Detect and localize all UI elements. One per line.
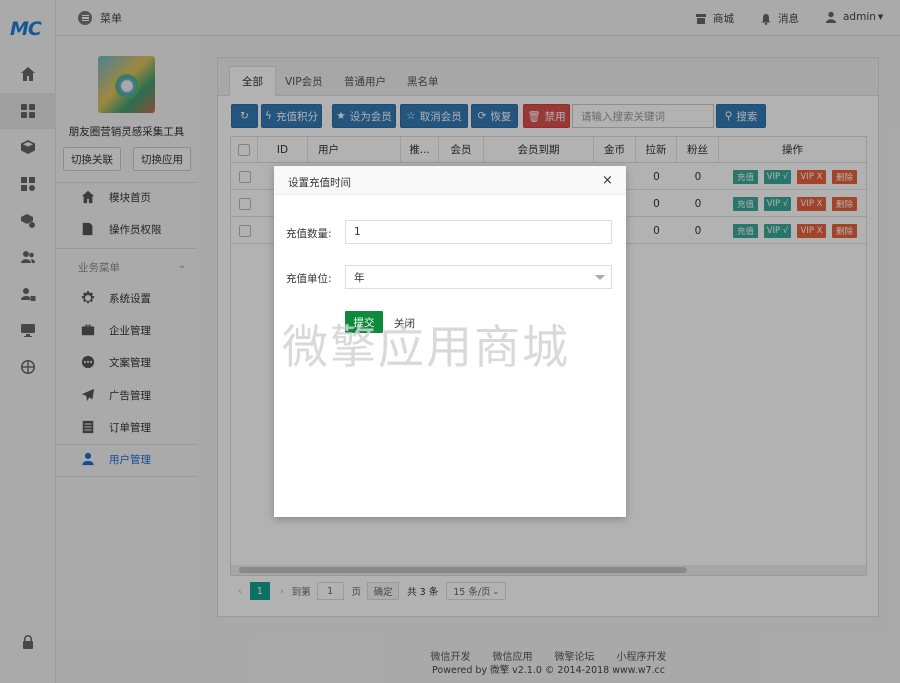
amount-label: 充值数量:: [286, 228, 332, 240]
watermark-text: 微擎应用商城: [282, 320, 570, 374]
amount-input[interactable]: 1: [345, 220, 612, 244]
dialog-title: 设置充值时间: [288, 177, 351, 189]
unit-value: 年: [354, 271, 365, 284]
dialog-header: 设置充值时间 ×: [274, 166, 626, 195]
unit-select[interactable]: 年: [345, 265, 612, 289]
unit-label: 充值单位:: [286, 273, 332, 285]
caret-down-icon: [595, 275, 605, 280]
close-icon[interactable]: ×: [602, 173, 613, 188]
